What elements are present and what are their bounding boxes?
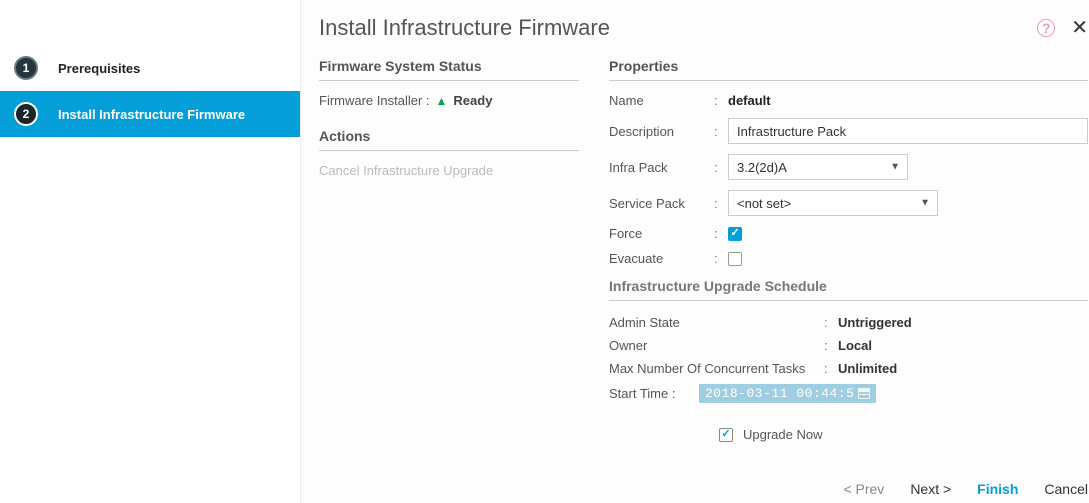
properties-section-title: Properties bbox=[609, 58, 1088, 81]
calendar-icon[interactable] bbox=[858, 388, 870, 399]
status-section-title: Firmware System Status bbox=[319, 58, 579, 81]
prop-service-pack-row: Service Pack : <not set> ▼ bbox=[609, 190, 1088, 216]
owner-label: Owner bbox=[609, 338, 824, 353]
prop-name-value: default bbox=[728, 93, 771, 108]
finish-button[interactable]: Finish bbox=[977, 481, 1018, 497]
step-number: 2 bbox=[14, 102, 38, 126]
max-tasks-value: Unlimited bbox=[838, 361, 897, 376]
firmware-installer-row: Firmware Installer : ▲ Ready bbox=[319, 93, 579, 108]
firmware-installer-value: Ready bbox=[453, 93, 492, 108]
prop-force-row: Force : bbox=[609, 226, 1088, 241]
schedule-max-tasks-row: Max Number Of Concurrent Tasks : Unlimit… bbox=[609, 361, 1088, 376]
wizard-step-prerequisites[interactable]: 1 Prerequisites bbox=[0, 45, 300, 91]
step-label: Install Infrastructure Firmware bbox=[58, 107, 245, 122]
upgrade-now-row: Upgrade Now bbox=[719, 427, 1088, 442]
actions-section-title: Actions bbox=[319, 128, 579, 151]
step-number: 1 bbox=[14, 56, 38, 80]
wizard-footer: < Prev Next > Finish Cancel bbox=[843, 481, 1088, 497]
prop-evacuate-row: Evacuate : bbox=[609, 251, 1088, 266]
schedule-section-title: Infrastructure Upgrade Schedule bbox=[609, 278, 1088, 301]
prop-force-label: Force bbox=[609, 226, 714, 241]
firmware-installer-label: Firmware Installer : bbox=[319, 93, 430, 108]
cancel-button[interactable]: Cancel bbox=[1044, 481, 1088, 497]
step-label: Prerequisites bbox=[58, 61, 140, 76]
start-time-input[interactable]: 2018-03-11 00:44:5 bbox=[699, 384, 876, 403]
arrow-up-icon: ▲ bbox=[436, 94, 448, 108]
upgrade-now-label: Upgrade Now bbox=[743, 427, 823, 442]
start-time-label: Start Time : bbox=[609, 386, 699, 401]
wizard-dialog: 1 Prerequisites 2 Install Infrastructure… bbox=[0, 0, 1089, 503]
prop-evacuate-label: Evacuate bbox=[609, 251, 714, 266]
upgrade-now-checkbox[interactable] bbox=[719, 428, 733, 442]
page-title: Install Infrastructure Firmware bbox=[319, 15, 610, 41]
admin-state-label: Admin State bbox=[609, 315, 824, 330]
owner-value: Local bbox=[838, 338, 872, 353]
close-icon[interactable]: ✕ bbox=[1071, 18, 1088, 38]
max-tasks-label: Max Number Of Concurrent Tasks bbox=[609, 361, 824, 376]
wizard-sidebar: 1 Prerequisites 2 Install Infrastructure… bbox=[0, 0, 300, 503]
prop-name-label: Name bbox=[609, 93, 714, 108]
help-icon[interactable]: ? bbox=[1037, 19, 1055, 37]
wizard-body: Firmware System Status Firmware Installe… bbox=[319, 58, 1088, 503]
prop-service-pack-label: Service Pack bbox=[609, 196, 714, 211]
prop-description-label: Description bbox=[609, 124, 714, 139]
infra-pack-select[interactable]: 3.2(2d)A bbox=[728, 154, 908, 180]
description-input[interactable] bbox=[728, 118, 1088, 144]
schedule-owner-row: Owner : Local bbox=[609, 338, 1088, 353]
prop-name-row: Name : default bbox=[609, 93, 1088, 108]
prop-description-row: Description : bbox=[609, 118, 1088, 144]
prop-infra-pack-label: Infra Pack bbox=[609, 160, 714, 175]
prop-infra-pack-row: Infra Pack : 3.2(2d)A ▼ bbox=[609, 154, 1088, 180]
service-pack-select[interactable]: <not set> bbox=[728, 190, 938, 216]
wizard-main: Install Infrastructure Firmware ? ✕ Firm… bbox=[300, 0, 1089, 503]
cancel-infra-upgrade-link: Cancel Infrastructure Upgrade bbox=[319, 163, 579, 178]
right-column: Properties Name : default Description : … bbox=[599, 58, 1088, 503]
schedule-start-time-row: Start Time : 2018-03-11 00:44:5 bbox=[609, 384, 1088, 403]
force-checkbox[interactable] bbox=[728, 227, 742, 241]
wizard-step-install-firmware[interactable]: 2 Install Infrastructure Firmware bbox=[0, 91, 300, 137]
schedule-admin-state-row: Admin State : Untriggered bbox=[609, 315, 1088, 330]
schedule-section: Infrastructure Upgrade Schedule Admin St… bbox=[609, 278, 1088, 442]
titlebar: Install Infrastructure Firmware ? ✕ bbox=[319, 8, 1088, 48]
admin-state-value: Untriggered bbox=[838, 315, 912, 330]
left-column: Firmware System Status Firmware Installe… bbox=[319, 58, 599, 503]
evacuate-checkbox[interactable] bbox=[728, 252, 742, 266]
next-button[interactable]: Next > bbox=[910, 481, 951, 497]
prev-button[interactable]: < Prev bbox=[843, 481, 884, 497]
